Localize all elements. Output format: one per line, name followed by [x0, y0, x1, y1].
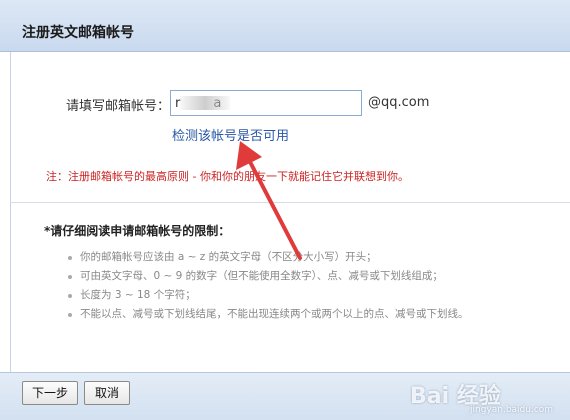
- email-input[interactable]: [170, 90, 362, 116]
- rule-item: 你的邮箱帐号应该由 a ~ z 的英文字母（不区分大小写）开头；: [66, 248, 469, 267]
- rule-item: 长度为 3 ~ 18 个字符；: [66, 286, 469, 305]
- page-title: 注册英文邮箱帐号: [22, 25, 134, 41]
- next-button[interactable]: 下一步: [22, 381, 78, 405]
- naming-tip: 注：注册邮箱帐号的最高原则 - 你和你的朋友一下就能记住它并联想到你。: [46, 170, 409, 183]
- check-availability-link[interactable]: 检测该帐号是否可用: [172, 125, 289, 144]
- section-divider: [10, 202, 570, 203]
- rule-item: 不能以点、减号或下划线结尾，不能出现连续两个或两个以上的点、减号或下划线。: [66, 305, 469, 324]
- rule-item: 可由英文字母、0 ~ 9 的数字（但不能使用全数字）、点、减号或下划线组成；: [66, 267, 469, 286]
- cancel-button[interactable]: 取消: [84, 381, 130, 405]
- rules-list: 你的邮箱帐号应该由 a ~ z 的英文字母（不区分大小写）开头； 可由英文字母、…: [66, 248, 469, 324]
- dialog-header: 注册英文邮箱帐号: [0, 0, 570, 52]
- email-domain-suffix: @qq.com: [368, 95, 430, 110]
- watermark-url: jingyan.baidu.com: [470, 405, 554, 415]
- rules-title: *请仔细阅读申请邮箱帐号的限制：: [44, 224, 231, 238]
- email-label: 请填写邮箱帐号：: [66, 99, 171, 114]
